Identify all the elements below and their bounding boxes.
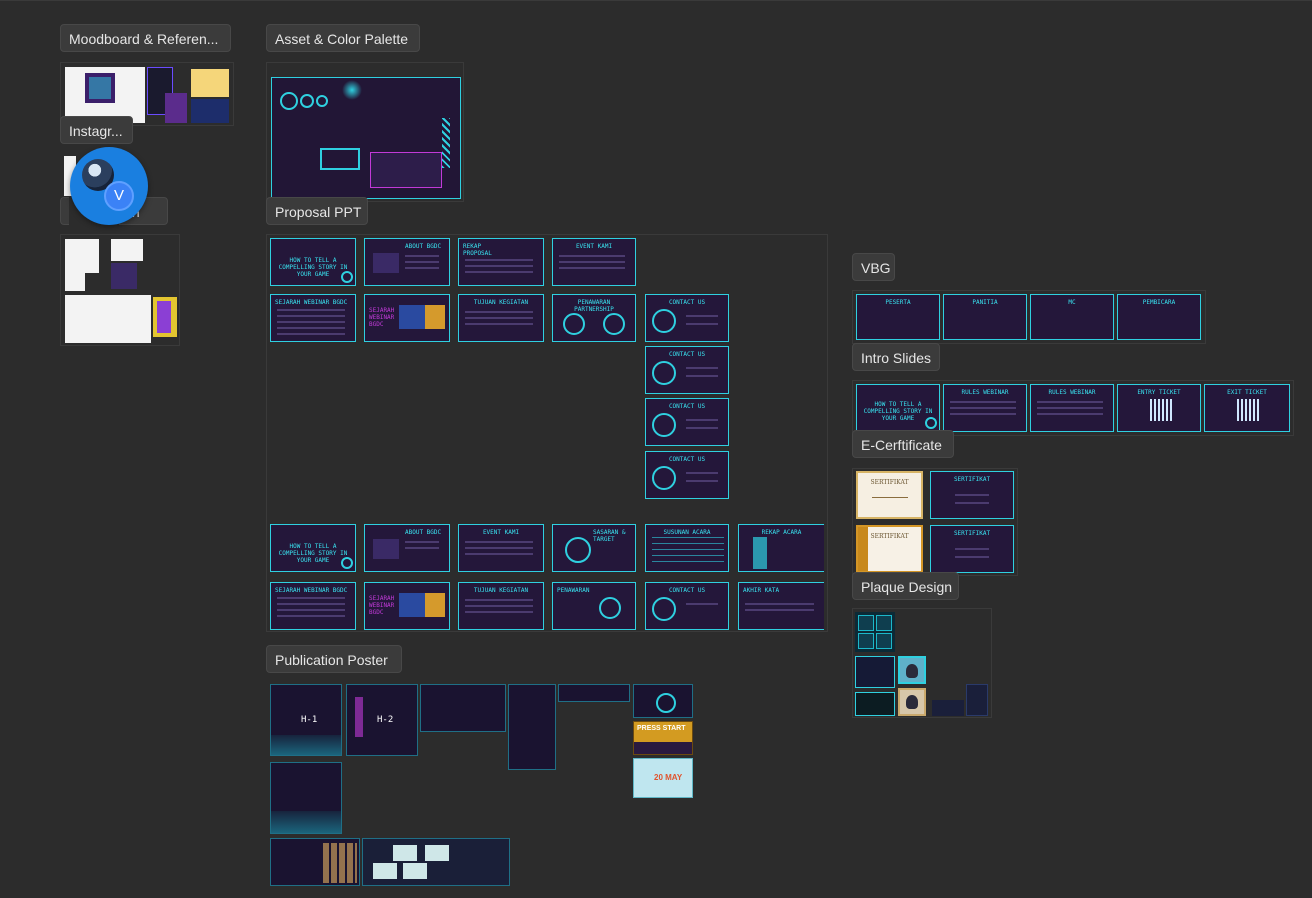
moodboard-ref-3[interactable] — [165, 93, 187, 123]
poster-portrait-1[interactable] — [508, 684, 556, 770]
proposal-slide[interactable]: ABOUT BGDC — [364, 238, 450, 286]
poster-h1[interactable]: H-1 — [270, 684, 342, 756]
proposal-slide[interactable]: SEJARAH WEBINAR BGDC — [270, 582, 356, 630]
proposal-slide[interactable]: PENAWARAN PARTNERSHIP — [552, 294, 636, 342]
proposal-slide[interactable]: CONTACT US — [645, 346, 729, 394]
proposal-slide[interactable]: CONTACT US — [645, 398, 729, 446]
proposal-slide[interactable]: HOW TO TELL A COMPELLING STORY IN YOUR G… — [270, 524, 356, 572]
moodboard-ref-1[interactable] — [65, 67, 145, 123]
asset-palette-board[interactable] — [271, 77, 461, 199]
section-label-publication[interactable]: Publication Poster — [266, 645, 402, 673]
proposal-slide[interactable]: SEJARAH WEBINAR BGDC — [270, 294, 356, 342]
proposal-slide[interactable]: REKAP ACARA — [738, 524, 824, 572]
proposal-slide[interactable]: TUJUAN KEGIATAN — [458, 582, 544, 630]
sketch-2[interactable] — [65, 273, 85, 291]
certificate-classic-2[interactable]: SERTIFIKAT — [856, 525, 923, 573]
proposal-slide[interactable]: SEJARAH WEBINAR BGDC — [364, 582, 450, 630]
section-label-plaque[interactable]: Plaque Design — [852, 572, 959, 600]
sketch-6[interactable] — [153, 297, 177, 337]
intro-slide[interactable]: EXIT TICKET — [1204, 384, 1290, 432]
proposal-slide[interactable]: ABOUT BGDC — [364, 524, 450, 572]
plaque-7[interactable] — [966, 684, 988, 716]
proposal-slide[interactable]: SEJARAH WEBINAR BGDC — [364, 294, 450, 342]
poster-gallery-1[interactable] — [270, 838, 360, 886]
poster-landscape-1[interactable] — [420, 684, 506, 732]
vbg-slide[interactable]: PANITIA — [943, 294, 1027, 340]
section-label-asset-palette[interactable]: Asset & Color Palette — [266, 24, 420, 52]
vbg-slide[interactable]: PESERTA — [856, 294, 940, 340]
section-label-proposal[interactable]: Proposal PPT — [266, 197, 368, 225]
proposal-slide[interactable]: HOW TO TELL A COMPELLING STORY IN YOUR G… — [270, 238, 356, 286]
poster-banner[interactable] — [558, 684, 630, 702]
press-start-text: PRESS START — [637, 725, 686, 732]
sketch-3[interactable] — [111, 239, 143, 261]
intro-slide[interactable]: HOW TO TELL A COMPELLING STORY IN YOUR G… — [856, 384, 940, 432]
plaque-6[interactable] — [932, 700, 964, 716]
proposal-slide[interactable]: PENAWARAN — [552, 582, 636, 630]
intro-slide[interactable]: ENTRY TICKET — [1117, 384, 1201, 432]
certificate-title: SERTIFIKAT — [870, 479, 909, 486]
proposal-slide[interactable]: CONTACT US — [645, 582, 729, 630]
top-divider — [0, 0, 1312, 1]
plaque-3[interactable] — [898, 656, 926, 684]
proposal-slide[interactable]: EVENT KAMI — [458, 524, 544, 572]
plaque-5[interactable] — [898, 688, 926, 716]
poster-h2[interactable]: H-2 — [346, 684, 418, 756]
section-label-ppt-sketch-left[interactable]: P — [60, 197, 69, 225]
plaque-1[interactable] — [855, 612, 895, 652]
section-label-instagram[interactable]: Instagr... — [60, 116, 133, 144]
moodboard-ref-4[interactable] — [191, 69, 229, 97]
collaborator-avatar[interactable]: V — [70, 147, 148, 225]
certificate-dark-1[interactable]: SERTIFIKAT — [930, 471, 1014, 519]
section-label-intro[interactable]: Intro Slides — [852, 343, 940, 371]
moodboard-ref-5[interactable] — [191, 99, 229, 123]
proposal-slide[interactable]: AKHIR KATA — [738, 582, 824, 630]
proposal-slide[interactable]: SUSUNAN ACARA — [645, 524, 729, 572]
section-label-vbg[interactable]: VBG — [852, 253, 895, 281]
sketch-5[interactable] — [65, 295, 151, 343]
asset-palette-frame[interactable] — [266, 62, 464, 202]
proposal-slide[interactable]: TUJUAN KEGIATAN — [458, 294, 544, 342]
certificate-dark-2[interactable]: SERTIFIKAT — [930, 525, 1014, 573]
poster-20-may[interactable]: 20 MAY — [633, 758, 693, 798]
poster-date: 20 MAY — [654, 773, 683, 782]
poster-logo-card[interactable] — [633, 684, 693, 718]
poster-press-start[interactable]: PRESS START — [633, 721, 693, 755]
proposal-slide[interactable]: REKAP PROPOSAL — [458, 238, 544, 286]
section-label-moodboard[interactable]: Moodboard & Referen... — [60, 24, 231, 52]
poster-h3[interactable] — [270, 762, 342, 834]
proposal-slide[interactable]: CONTACT US — [645, 294, 729, 342]
section-label-ecert[interactable]: E-Cerftificate — [852, 430, 954, 458]
plaque-2[interactable] — [855, 656, 895, 688]
intro-slide[interactable]: RULES WEBINAR — [943, 384, 1027, 432]
proposal-slide[interactable]: EVENT KAMI — [552, 238, 636, 286]
poster-h2-label: H-2 — [377, 715, 394, 725]
plaque-4[interactable] — [855, 692, 895, 716]
sketch-4[interactable] — [111, 263, 137, 289]
vbg-slide[interactable]: MC — [1030, 294, 1114, 340]
poster-gallery-2[interactable] — [362, 838, 510, 886]
vbg-slide[interactable]: PEMBICARA — [1117, 294, 1201, 340]
poster-h1-label: H-1 — [301, 715, 318, 725]
proposal-slide[interactable]: CONTACT US — [645, 451, 729, 499]
intro-slide[interactable]: RULES WEBINAR — [1030, 384, 1114, 432]
sketch-1[interactable] — [65, 239, 99, 273]
proposal-slide[interactable]: SASARAN & TARGET — [552, 524, 636, 572]
ppt-sketch-frame[interactable] — [60, 234, 180, 346]
avatar-initial-badge: V — [104, 181, 134, 211]
certificate-classic-1[interactable]: SERTIFIKAT — [856, 471, 923, 519]
